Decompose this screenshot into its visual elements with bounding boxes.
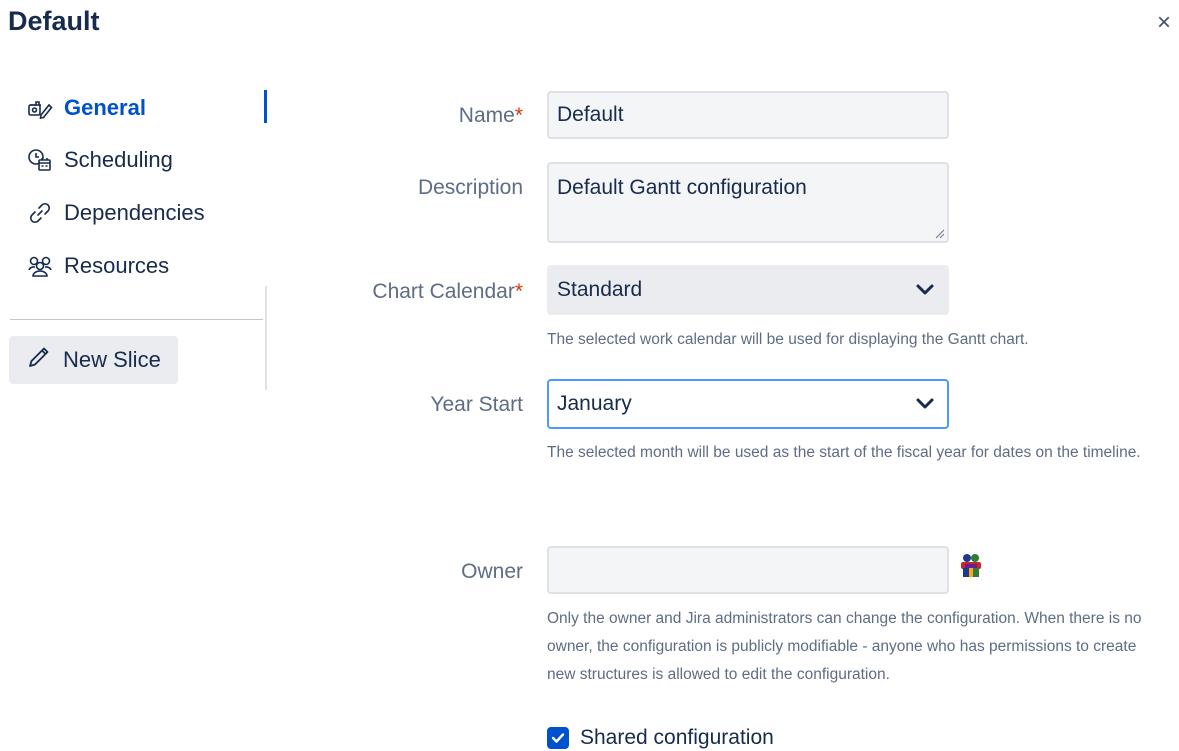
chart-calendar-value: Standard [557,278,643,301]
description-label: Description [417,176,523,199]
sidebar-scrollbar[interactable] [264,90,267,390]
shared-configuration-row[interactable]: Shared configuration [547,726,774,750]
sidebar-item-dependencies[interactable]: Dependencies [26,196,205,230]
sidebar-item-scheduling[interactable]: Scheduling [26,143,173,177]
sidebar-item-label: Scheduling [64,147,173,172]
year-start-help: The selected month will be used as the s… [547,444,1141,461]
dialog-title: Default [8,6,100,36]
chart-calendar-help: The selected work calendar will be used … [547,331,1029,348]
chevron-down-icon [916,284,934,295]
owner-help: Only the owner and Jira administrators c… [547,610,1142,683]
sidebar-item-general[interactable]: General [26,91,146,125]
new-slice-label: New Slice [63,347,161,372]
chart-calendar-label: Chart Calendar* [372,280,523,303]
owner-label: Owner [461,560,523,583]
description-textarea[interactable]: Default Gantt configuration [547,162,949,243]
user-picker-icon[interactable] [958,552,984,578]
name-label: Name* [458,104,523,127]
year-start-select[interactable]: January [547,379,949,429]
sidebar-active-indicator [264,90,267,123]
required-marker: * [514,280,523,303]
owner-input[interactable] [547,546,949,594]
checkmark-icon [551,733,565,743]
gear-pencil-icon [26,94,54,122]
chart-calendar-select[interactable]: Standard [547,265,949,315]
resize-grip-icon[interactable] [935,229,945,239]
sidebar-scrollbar-track [265,286,267,390]
people-icon [26,252,54,280]
year-start-value: January [557,392,632,415]
clock-calendar-icon [26,146,54,174]
sidebar-divider [10,319,263,320]
sidebar-item-label: Dependencies [64,200,205,225]
shared-configuration-label: Shared configuration [580,726,774,749]
link-icon [26,199,54,227]
sidebar-item-label: General [64,95,146,120]
chevron-down-icon [916,398,934,409]
pencil-icon [27,345,51,375]
description-value: Default Gantt configuration [557,176,807,199]
sidebar-item-label: Resources [64,253,170,278]
close-icon[interactable]: × [1152,10,1176,36]
name-input[interactable]: Default [547,91,949,139]
shared-configuration-checkbox[interactable] [547,727,569,749]
sidebar-item-resources[interactable]: Resources [26,249,169,283]
year-start-label: Year Start [430,393,523,416]
new-slice-button[interactable]: New Slice [9,336,178,384]
required-marker: * [514,104,523,127]
